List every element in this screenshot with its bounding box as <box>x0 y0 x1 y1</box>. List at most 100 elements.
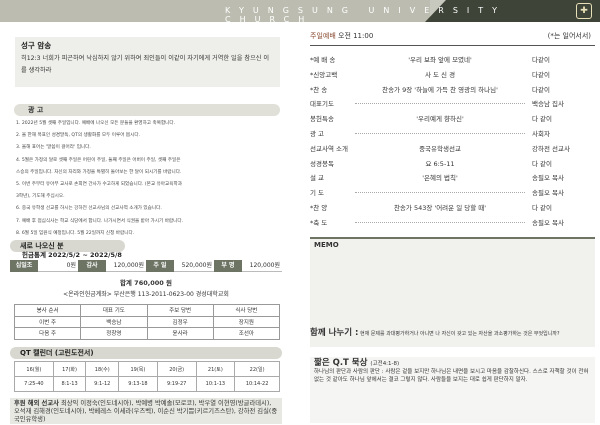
finance-account: <온라인헌금계좌> 부산은행 113-2011-0623-00 경성대학교회 <box>63 291 229 298</box>
memo-heading: MEMO <box>314 241 339 249</box>
reflection-block: 함께 나누기 : 현재 문제를 과대평가하거나 아니면 나 자신이 갖고 있는 … <box>310 329 595 350</box>
finance-value: 0원 <box>38 260 78 272</box>
short-qt-text: 하나님의 판단과 사람의 판단 : 사람은 겉을 보지만 하나님은 내면을 보시… <box>314 369 589 383</box>
finance-total: 합계 760,000 원 <box>119 279 173 287</box>
order-item-person: 송필오 목사 <box>532 189 564 198</box>
order-item-name: 성경봉독 <box>310 159 334 168</box>
order-item-person: 다같이 <box>532 70 550 79</box>
announcement-item: 1. 2022년 5월 셋째 주일입니다. 예배에 나오신 모든 분들을 환영하… <box>16 121 176 126</box>
order-item-content: 찬송가 9장 '하늘에 가득 찬 영광의 하나님' <box>350 83 530 94</box>
order-item-content: '우리예게 향하신' <box>350 113 530 124</box>
qt-ref: 10:14-22 <box>234 376 280 392</box>
dotted-leader <box>355 221 525 223</box>
order-item-person: 송필오 목사 <box>532 174 564 183</box>
short-qt-heading: 짧은 Q.T 묵상 <box>314 358 368 368</box>
finance-label: 부 명 <box>214 260 242 272</box>
announcement-item: 2. 올 한해 목표인 성경말독, QT의 생활화를 모두 이루어 봅시다. <box>16 133 141 139</box>
order-item-name: 설 교 <box>310 174 325 183</box>
finance-heading: 헌금통계 2022/5/2 ~ 2022/5/8 <box>22 251 122 259</box>
duty-cell: 정창영 <box>80 327 148 340</box>
worship-order-row: *신앙고백 사 도 신 경 다같이 <box>310 67 595 82</box>
worship-order-row: 봉헌특송 '우리예게 향하신' 다 같이 <box>310 111 595 126</box>
order-item-content: 요 6:5-11 <box>350 157 530 168</box>
worship-order-row: *예 배 송 '우리 보좌 앞에 모였네' 다같이 <box>310 52 595 67</box>
order-item-person: 강하전 선교사 <box>532 144 570 153</box>
short-qt-ref: (고전4:1-8) <box>370 361 400 367</box>
worship-heading: 주일예배 <box>310 32 336 40</box>
qt-calendar-heading: QT 캘린더 (고린도전서) <box>10 347 282 359</box>
worship-order-row: *찬 송 찬송가 9장 '하늘에 가득 찬 영광의 하나님' 다같이 <box>310 82 595 97</box>
duty-header: 봉사 순서 <box>13 304 82 317</box>
worship-time: 오전 11:00 <box>338 32 374 40</box>
announcements-heading: 광 고 <box>14 104 280 116</box>
duty-header: 주보 당번 <box>146 304 214 317</box>
table-row: 16(월) 17(화) 18(수) 19(목) 20(금) 21(토) 22(일… <box>14 361 280 377</box>
qt-ref: 7:25-40 <box>14 376 54 392</box>
order-item-person: 다같이 <box>532 56 550 64</box>
table-row: 봉사 순서 대표 기도 주보 당번 식사 당번 <box>13 304 281 317</box>
announcement-item: 5. 이번 주부터 유아부 교사로 손희연 간사가 수고하게 되었습니다. (본… <box>16 182 182 188</box>
order-item-name: *찬 송 <box>310 85 328 94</box>
finance-value: 520,000원 <box>174 260 214 272</box>
duty-cell: 장지원 <box>212 315 281 328</box>
worship-order-row: *찬 양 찬송가 543장 '어려운 일 당할 때' 다 같이 <box>310 200 595 215</box>
header-bar: KYUNGSUNG UNIVERSITY CHURCH ✚ <box>0 0 600 24</box>
dotted-leader <box>355 103 525 105</box>
order-item-person: 사회자 <box>532 129 550 138</box>
qt-day: 16(월) <box>14 361 54 377</box>
order-item-person: 다같이 <box>532 85 550 94</box>
qt-day: 20(금) <box>156 361 197 377</box>
worship-order-row: 선교사역 소개 중국유학생선교 강하전 선교사 <box>310 141 595 156</box>
qt-day: 22(일) <box>234 361 280 377</box>
table-row: 이번 주 백승남 김정우 장지원 <box>13 315 281 328</box>
order-item-content: 중국유학생선교 <box>350 142 530 153</box>
order-item-name: 기 도 <box>310 189 325 198</box>
duty-cell: 이번 주 <box>13 315 82 328</box>
scripture-heading: 성구 암송 <box>21 41 52 50</box>
order-item-name: *신앙고백 <box>310 70 338 79</box>
order-item-person: 송필오 목사 <box>532 218 564 227</box>
table-row: 7:25-40 8:1-13 9:1-12 9:13-18 9:19-27 10… <box>14 376 280 392</box>
finance-value: 120,000원 <box>106 260 146 272</box>
qt-ref: 9:13-18 <box>118 376 158 392</box>
duty-header: 식사 당번 <box>212 304 281 317</box>
qt-day: 19(목) <box>118 361 158 377</box>
left-column: 성구 암송 히12:3 너희가 피곤하여 낙심하지 않기 위하여 죄인들이 이같… <box>10 22 282 424</box>
missionaries-label: 후원 해외 선교사 <box>14 400 59 407</box>
worship-note: (*는 일어서서) <box>547 32 591 40</box>
worship-order-row: 대표기도 백승남 집사 <box>310 96 595 111</box>
duty-cell: 윤사라 <box>146 327 214 340</box>
right-column: 주일예배 오전 11:00 (*는 일어서서) *예 배 송 '우리 보좌 앞에 … <box>305 22 595 423</box>
announcement-item: 스승의 주일입니다. 자신의 자리와 가정을 특별히 돌아보는 한 달이 되시기… <box>16 169 182 175</box>
order-item-name: 봉헌특송 <box>310 115 334 124</box>
short-qt-box: 짧은 Q.T 묵상 (고전4:1-8) 하나님의 판단과 사람의 판단 : 사람… <box>310 357 595 423</box>
order-item-name: *예 배 송 <box>310 56 336 64</box>
order-item-content: '은혜의 법칙' <box>350 172 530 183</box>
qt-day: 21(토) <box>195 361 236 377</box>
duty-table: 봉사 순서 대표 기도 주보 당번 식사 당번 이번 주 백승남 김정우 장지원… <box>13 304 281 340</box>
worship-order-row: 기 도 송필오 목사 <box>310 185 595 200</box>
worship-order-row: 광 고 사회자 <box>310 126 595 141</box>
announcement-item: 8. 6월 5일 임원식 예정입니다. 5월 22일까지 신청 바랍니다. <box>16 230 135 236</box>
duty-cell: 다음 주 <box>13 327 82 340</box>
worship-title: 주일예배 오전 11:00 <box>310 31 373 41</box>
qt-ref: 8:1-13 <box>52 376 87 392</box>
church-logo-icon: ✚ <box>576 3 592 19</box>
finance-value: 120,000원 <box>242 260 282 272</box>
table-row: 다음 주 정창영 윤사라 조선아 <box>13 327 281 340</box>
order-item-name: 광 고 <box>310 129 325 138</box>
order-item-content: 사 도 신 경 <box>350 68 530 79</box>
duty-cell: 조선아 <box>212 327 281 340</box>
order-item-name: 선교사역 소개 <box>310 144 348 153</box>
worship-header: 주일예배 오전 11:00 (*는 일어서서) <box>310 31 595 43</box>
dotted-leader <box>355 192 525 194</box>
finance-label: 주 일 <box>146 260 174 272</box>
short-qt-title: 짧은 Q.T 묵상 (고전4:1-8) <box>314 359 591 368</box>
dotted-leader <box>355 132 525 134</box>
finance-row: 십일조 0원 감사 120,000원 주 일 520,000원 부 명 120,… <box>10 260 282 272</box>
order-item-person: 백승남 집사 <box>532 100 564 109</box>
order-item-content: '우리 보좌 앞에 모였네' <box>350 54 530 64</box>
order-item-person: 다 같이 <box>532 159 553 168</box>
qt-calendar-table: 16(월) 17(화) 18(수) 19(목) 20(금) 21(토) 22(일… <box>14 361 280 392</box>
qt-ref: 9:1-12 <box>85 376 120 392</box>
